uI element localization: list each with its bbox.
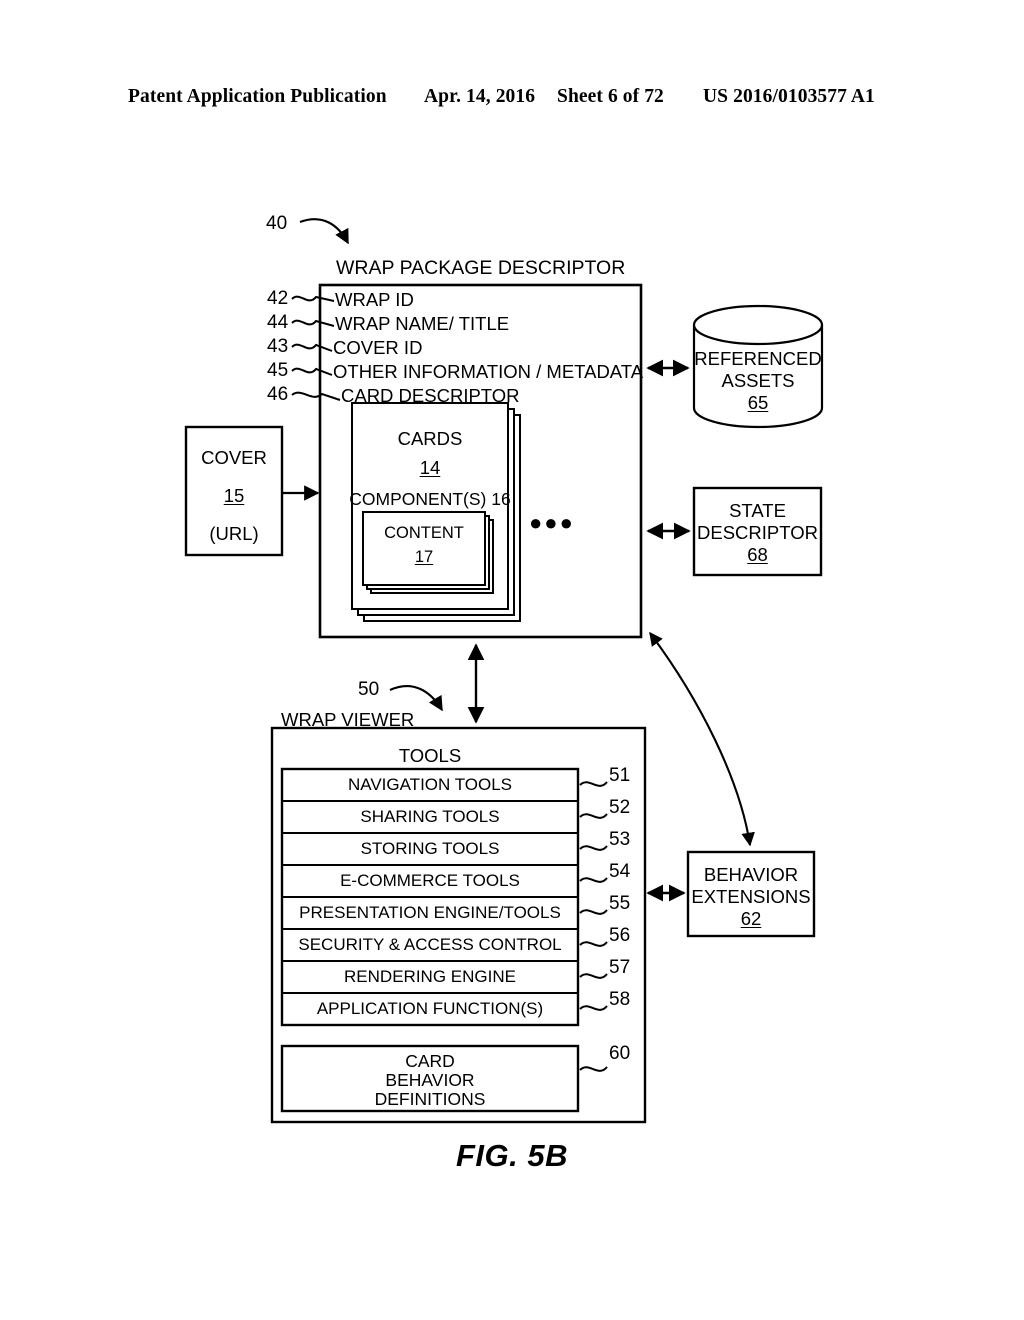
ref-number-56: 56 (609, 925, 631, 946)
wrap-package-descriptor-title: WRAP PACKAGE DESCRIPTOR (336, 257, 626, 279)
referenced-assets-ref-number-65: 65 (747, 392, 769, 413)
arrow-descriptor-behavior-extensions (649, 631, 755, 847)
tool-item-security-access-control[interactable]: SECURITY & ACCESS CONTROL (282, 935, 578, 955)
cover-ref-number-15: 15 (223, 485, 245, 506)
tool-item-e-commerce-tools[interactable]: E-COMMERCE TOOLS (282, 871, 578, 891)
ref-number-53: 53 (609, 829, 631, 850)
state-descriptor-line-1: STATE (729, 500, 786, 521)
ref-number-45: 45 (267, 360, 289, 381)
referenced-assets-cylinder-top (692, 304, 824, 346)
ref-number-40: 40 (266, 213, 288, 234)
behavior-extensions-line-2: EXTENSIONS (691, 886, 811, 907)
ref-number-50: 50 (358, 679, 380, 700)
ref-number-51: 51 (609, 765, 631, 786)
cover-title: COVER (201, 447, 267, 468)
tool-item-storing-tools[interactable]: STORING TOOLS (282, 839, 578, 859)
lead-line-40 (299, 218, 349, 245)
tool-item-navigation-tools[interactable]: NAVIGATION TOOLS (282, 775, 578, 795)
components-label: COMPONENT(S) 16 (349, 489, 511, 509)
state-descriptor-ref-number-68: 68 (747, 544, 768, 565)
cards-ellipsis: ●●● (529, 510, 575, 535)
ref-number-57: 57 (609, 957, 631, 978)
cover-subtitle-url: (URL) (209, 523, 259, 544)
tool-item-sharing-tools[interactable]: SHARING TOOLS (282, 807, 578, 827)
field-label-card-descriptor: CARD DESCRIPTOR (341, 385, 520, 406)
behavior-extensions-ref-number-62: 62 (740, 908, 762, 929)
ref-number-44: 44 (267, 312, 289, 333)
card-behavior-definitions-line-2: BEHAVIOR (385, 1070, 475, 1090)
field-label-wrap-id: WRAP ID (335, 289, 414, 310)
ref-number-46: 46 (267, 384, 289, 405)
cards-title: CARDS (397, 428, 463, 449)
figure-5b-diagram (184, 218, 824, 1124)
tool-item-application-functions[interactable]: APPLICATION FUNCTION(S) (282, 999, 578, 1019)
behavior-extensions-line-1: BEHAVIOR (703, 864, 799, 885)
figure-caption: FIG. 5B (455, 1138, 568, 1173)
card-behavior-definitions-line-3: DEFINITIONS (374, 1089, 486, 1109)
ref-number-55: 55 (609, 893, 631, 914)
referenced-assets-line-1: REFERENCED (694, 348, 822, 369)
ref-number-60: 60 (609, 1043, 631, 1064)
ref-number-43: 43 (267, 336, 289, 357)
cards-ref-number-14: 14 (419, 457, 441, 478)
field-label-other-information-metadata: OTHER INFORMATION / METADATA (333, 361, 644, 382)
content-ref-number-17: 17 (414, 548, 434, 566)
card-behavior-definitions-line-1: CARD (405, 1051, 455, 1071)
ref-number-54: 54 (609, 861, 631, 882)
wrap-viewer-title: WRAP VIEWER (281, 709, 415, 730)
field-label-wrap-name-title: WRAP NAME/ TITLE (335, 313, 510, 334)
tool-item-presentation-engine-tools[interactable]: PRESENTATION ENGINE/TOOLS (282, 903, 578, 923)
field-label-cover-id: COVER ID (333, 337, 423, 358)
tools-heading: TOOLS (398, 745, 462, 766)
referenced-assets-line-2: ASSETS (721, 370, 795, 391)
state-descriptor-line-2: DESCRIPTOR (697, 522, 818, 543)
ref-number-58: 58 (609, 989, 631, 1010)
tool-item-rendering-engine[interactable]: RENDERING ENGINE (282, 967, 578, 987)
lead-line-50 (389, 685, 443, 712)
content-title: CONTENT (384, 524, 464, 542)
ref-number-52: 52 (609, 797, 631, 818)
ref-number-42: 42 (267, 288, 289, 309)
